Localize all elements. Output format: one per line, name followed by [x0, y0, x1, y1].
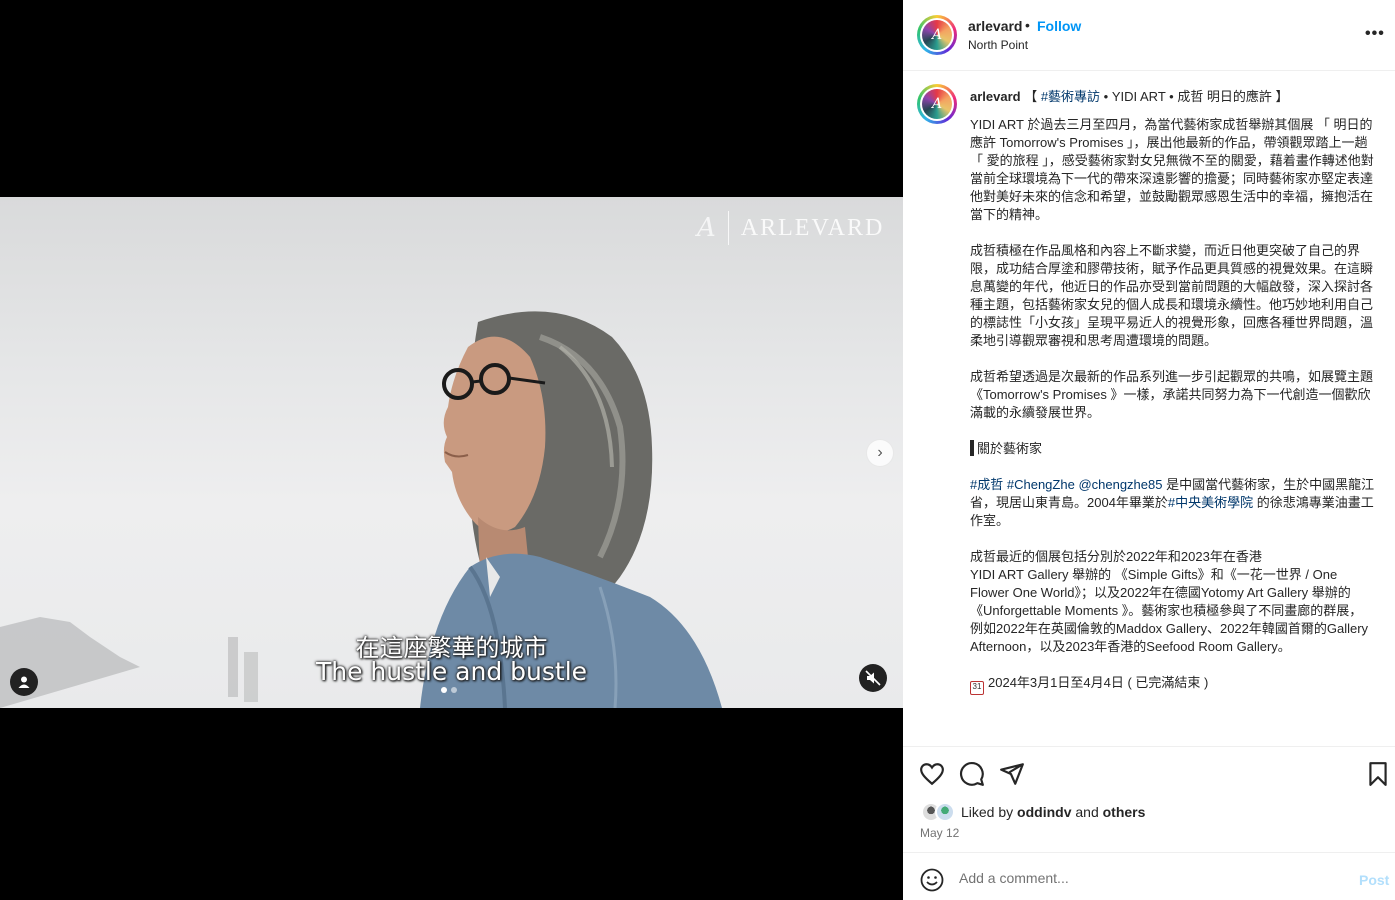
carousel-dot [441, 687, 447, 693]
caption-title: arlevard 【 #藝術專訪 • YIDI ART • 成哲 明日的應許 】 [970, 89, 1289, 104]
post-date[interactable]: May 12 [920, 826, 959, 840]
caption-username[interactable]: arlevard [970, 89, 1021, 104]
caption-paragraph: 成哲積極在作品風格和內容上不斷求變，而近日他更突破了自己的界限，成功結合厚塗和膠… [970, 243, 1374, 348]
caption-text: arlevard 【 #藝術專訪 • YIDI ART • 成哲 明日的應許 】… [970, 88, 1375, 713]
hashtag-link[interactable]: #中央美術學院 [1168, 495, 1253, 510]
next-slide-button[interactable]: › [866, 439, 894, 467]
arlevard-logo-icon: A [922, 89, 952, 119]
carousel-indicator [441, 687, 457, 693]
comment-bar: Post [903, 852, 1395, 900]
hashtag-link[interactable]: #藝術專訪 [1041, 89, 1100, 104]
post-details-panel: A arlevard • Follow North Point ••• A ar… [903, 0, 1395, 900]
location-link[interactable]: North Point [968, 38, 1028, 52]
more-options-icon[interactable]: ••• [1365, 25, 1385, 43]
avatar [935, 802, 955, 822]
mute-toggle-button[interactable] [859, 664, 887, 692]
avatar[interactable]: A [917, 15, 957, 55]
subtitle-english: The hustle and bustle [315, 657, 588, 686]
artist-bio: #成哲 #ChengZhe @chengzhe85 是中國當代藝術家，生於中國黑… [970, 477, 1375, 528]
heading-bar [970, 440, 974, 456]
post-comment-button[interactable]: Post [1359, 872, 1389, 888]
chevron-right-icon: › [877, 444, 883, 461]
header-separator: • [1025, 17, 1030, 33]
section-heading: 關於藝術家 [970, 440, 1375, 458]
video-frame[interactable]: A ARLEVARD 在這座繁華的城市 The hustle and bustl… [0, 197, 903, 708]
caption-paragraph: 成哲希望透過是次最新的作品系列進一步引起觀眾的共鳴，如展覽主題《Tomorrow… [970, 369, 1374, 420]
bookmark-icon[interactable] [1365, 761, 1391, 787]
watermark-monogram: A [697, 213, 716, 243]
mention-link[interactable]: @chengzhe85 [1078, 477, 1162, 492]
likes-summary: Liked by oddindv and others [921, 802, 1145, 822]
event-dates: 31 2024年3月1日至4月4日 ( 已完滿結束 ) [970, 674, 1375, 695]
post-actions: Liked by oddindv and others May 12 [903, 746, 1395, 852]
comment-icon[interactable] [959, 761, 985, 787]
caption-area: A arlevard 【 #藝術專訪 • YIDI ART • 成哲 明日的應許… [903, 72, 1395, 746]
arlevard-logo-icon: A [922, 20, 952, 50]
carousel-dot [451, 687, 457, 693]
post-header: A arlevard • Follow North Point ••• [903, 0, 1395, 71]
liker-username[interactable]: oddindv [1017, 804, 1071, 820]
tagged-users-button[interactable] [10, 668, 38, 696]
follow-button[interactable]: Follow [1037, 18, 1081, 34]
caption-paragraph: 成哲最近的個展包括分別於2022年和2023年在香港 YIDI ART Gall… [970, 549, 1369, 654]
emoji-icon[interactable] [920, 868, 944, 892]
comment-input[interactable] [959, 865, 1339, 891]
heart-icon[interactable] [919, 761, 945, 787]
caption-paragraph: YIDI ART 於過去三月至四月，為當代藝術家成哲舉辦其個展 「 明日的應許 … [970, 117, 1374, 222]
media-pane: A ARLEVARD 在這座繁華的城市 The hustle and bustl… [0, 0, 903, 900]
caption-avatar[interactable]: A [917, 84, 957, 124]
calendar-icon: 31 [970, 681, 984, 695]
hashtag-link[interactable]: #成哲 [970, 477, 1003, 492]
watermark-divider [727, 211, 729, 245]
others-link[interactable]: others [1103, 804, 1146, 820]
arlevard-watermark: A ARLEVARD [697, 208, 884, 248]
hashtag-link[interactable]: #ChengZhe [1007, 477, 1075, 492]
post-viewer: A ARLEVARD 在這座繁華的城市 The hustle and bustl… [0, 0, 1395, 900]
share-icon[interactable] [999, 761, 1025, 787]
header-username[interactable]: arlevard [968, 18, 1022, 34]
user-icon [18, 676, 30, 688]
muted-speaker-icon [865, 670, 881, 686]
watermark-text: ARLEVARD [740, 214, 885, 241]
